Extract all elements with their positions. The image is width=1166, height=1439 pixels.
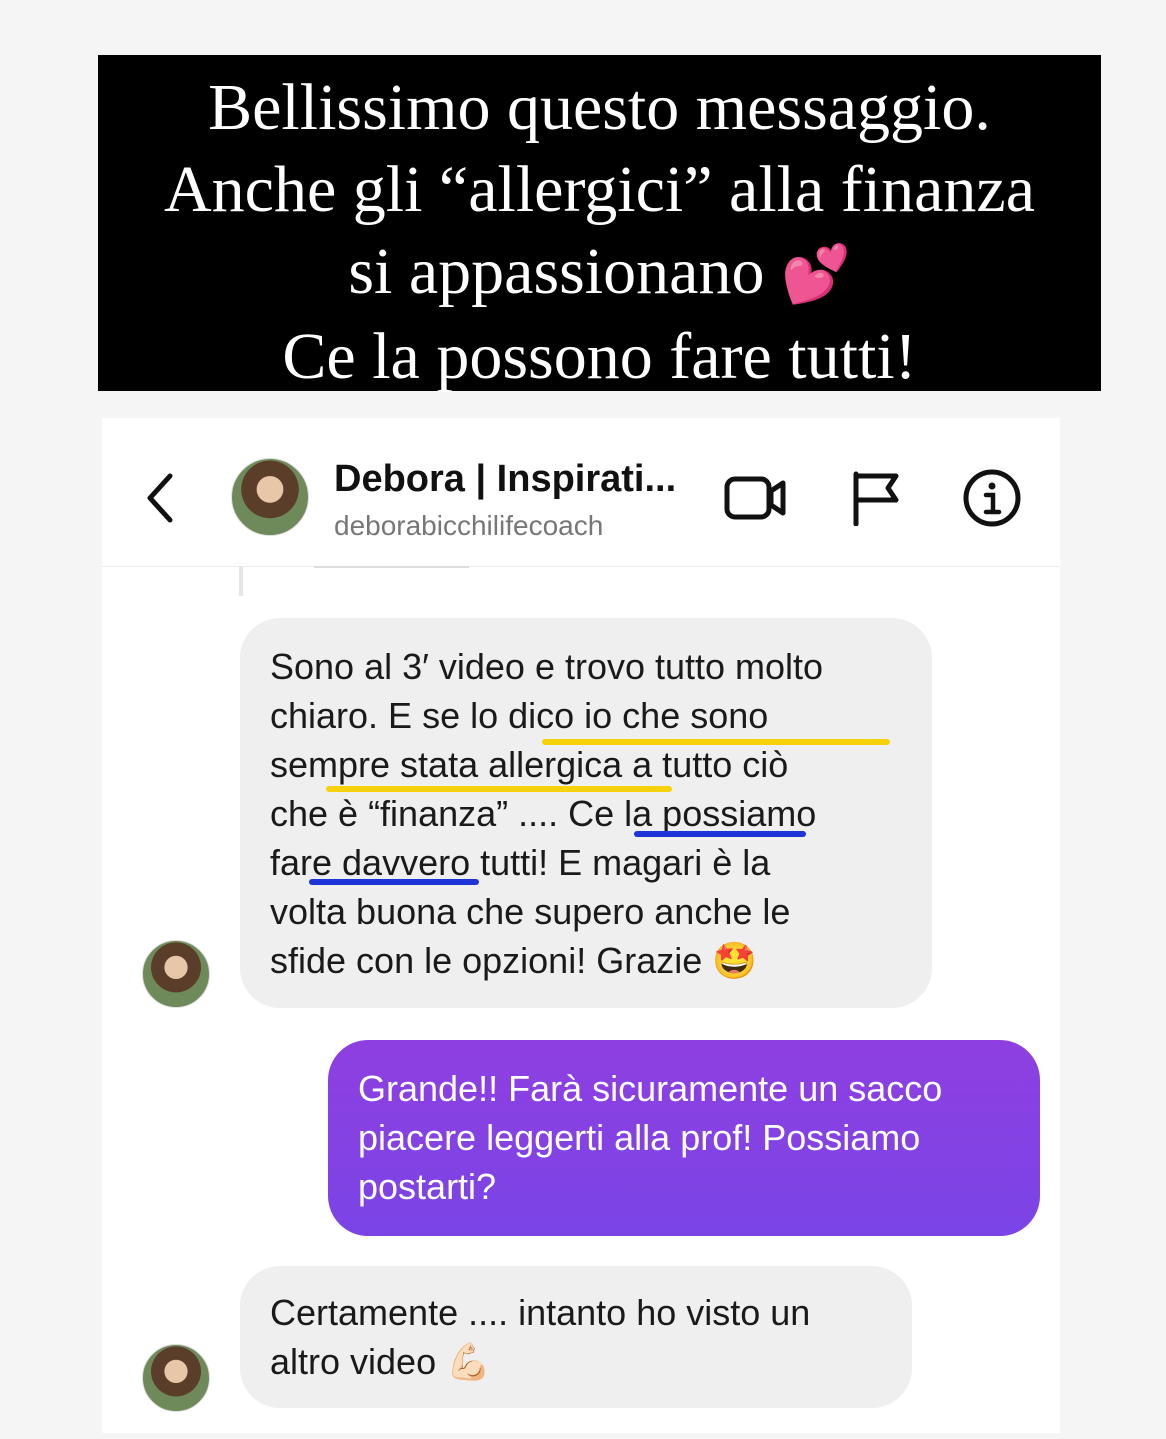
- blue-highlight-underline: [309, 879, 479, 885]
- caption-line: Bellissimo questo messaggio.: [208, 71, 991, 144]
- message-line: chiaro. E se lo dico io che sono: [270, 695, 769, 736]
- thread-divider: [314, 566, 469, 568]
- video-call-icon[interactable]: [724, 473, 786, 523]
- two-hearts-emoji-icon: 💕: [780, 244, 851, 306]
- back-chevron-icon[interactable]: [142, 468, 182, 528]
- message-line: altro video 💪🏻: [270, 1341, 491, 1382]
- story-caption: Bellissimo questo messaggio. Anche gli “…: [98, 55, 1101, 393]
- message-bubble-outgoing[interactable]: Grande!! Farà sicuramente un sacco piace…: [328, 1040, 1040, 1236]
- avatar[interactable]: [231, 458, 309, 536]
- info-icon[interactable]: [962, 468, 1022, 528]
- message-line: Sono al 3′ video e trovo tutto molto: [270, 646, 824, 687]
- flag-icon[interactable]: [850, 470, 902, 526]
- message-line: Certamente .... intanto ho visto un: [270, 1292, 811, 1333]
- message-line: piacere leggerti alla prof! Possiamo: [358, 1117, 921, 1158]
- caption-line: Ce la possono fare tutti!: [282, 320, 917, 393]
- avatar[interactable]: [142, 940, 210, 1008]
- message-line: postarti?: [358, 1166, 497, 1207]
- caption-line-text: si appassionano: [348, 235, 765, 308]
- caption-line: si appassionano 💕: [98, 231, 1101, 316]
- thread-divider: [239, 566, 243, 596]
- message-bubble-incoming[interactable]: Certamente .... intanto ho visto un altr…: [240, 1266, 912, 1408]
- contact-handle: deborabicchilifecoach: [334, 510, 604, 541]
- caption-line: Anche gli “allergici” alla finanza: [164, 153, 1035, 226]
- dm-screenshot: Debora | Inspirati... deborabicchilifeco…: [102, 418, 1060, 1433]
- message-line: sempre stata allergica a tutto ciò: [270, 744, 789, 785]
- yellow-highlight-underline: [326, 786, 672, 792]
- avatar[interactable]: [142, 1344, 210, 1412]
- yellow-highlight-underline: [542, 739, 890, 745]
- message-line: volta buona che supero anche le: [270, 891, 791, 932]
- blue-highlight-underline: [634, 831, 806, 837]
- contact-name[interactable]: Debora | Inspirati...: [334, 458, 676, 501]
- message-line: sfide con le opzioni! Grazie 🤩: [270, 940, 758, 981]
- message-line: Grande!! Farà sicuramente un sacco: [358, 1068, 943, 1109]
- chat-header: Debora | Inspirati... deborabicchilifeco…: [102, 418, 1060, 567]
- message-bubble-incoming[interactable]: Sono al 3′ video e trovo tutto molto chi…: [240, 618, 932, 1008]
- message-line: che è “finanza” .... Ce la possiamo: [270, 793, 817, 834]
